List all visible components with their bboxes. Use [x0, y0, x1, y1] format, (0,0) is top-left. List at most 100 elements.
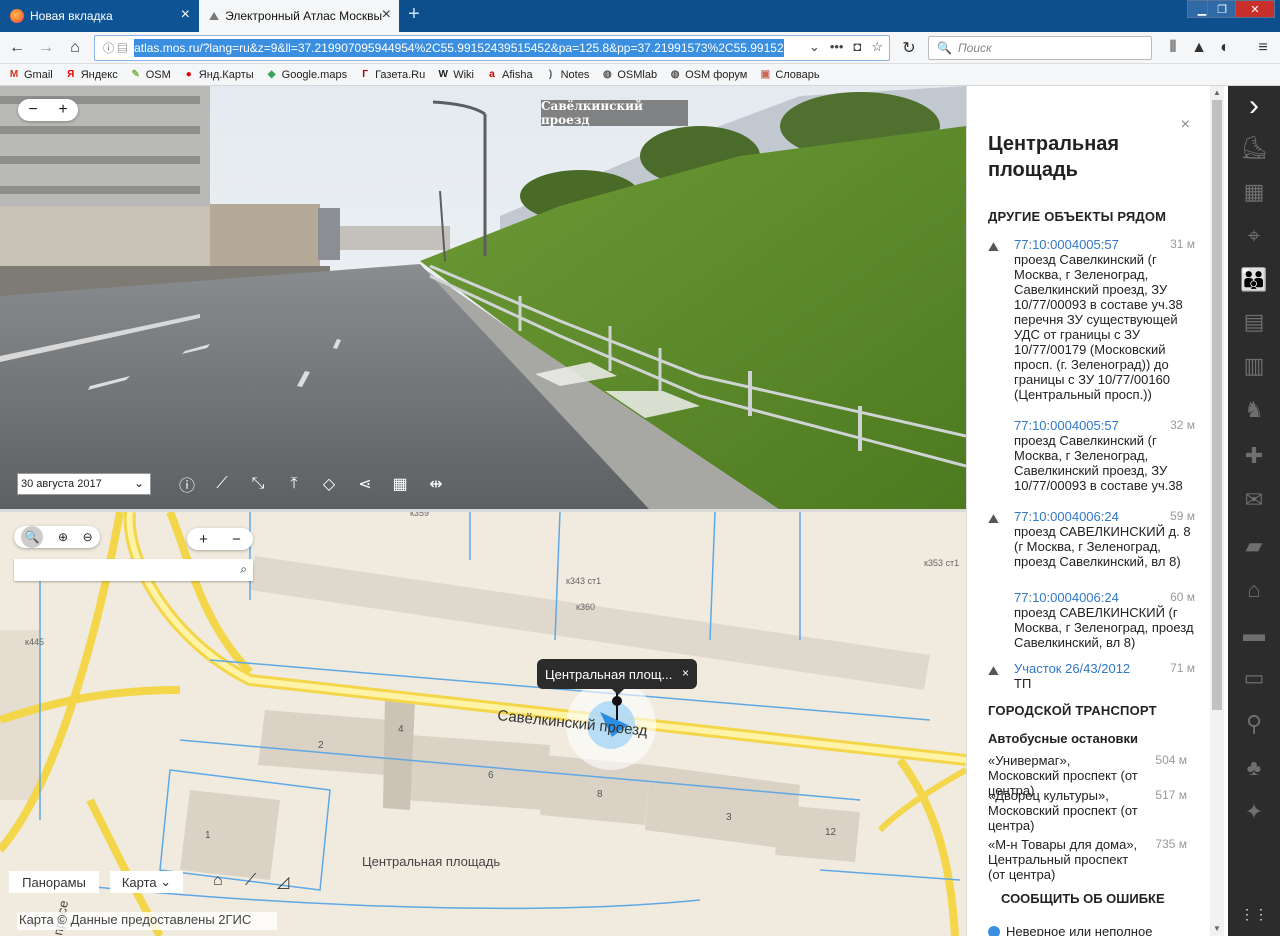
- bus-stop-item[interactable]: «М-н Товары для дома», Центральный просп…: [988, 837, 1203, 882]
- url-text[interactable]: atlas.mos.ru/?lang=ru&z=9&ll=37.21990709…: [134, 39, 785, 57]
- bicycle-icon[interactable]: ⚲: [1228, 706, 1280, 742]
- map-zoom-in-button[interactable]: +: [199, 531, 208, 548]
- bookmark-8[interactable]: ) Notes: [545, 68, 589, 81]
- split-icon[interactable]: ⇹: [424, 472, 448, 496]
- forward-icon[interactable]: →: [33, 36, 59, 60]
- search-input[interactable]: 🔍 Поиск: [928, 36, 1152, 60]
- panoramas-button[interactable]: Панорамы: [9, 871, 99, 893]
- bookmark-7[interactable]: a Afisha: [486, 69, 532, 81]
- menu-icon[interactable]: ≡: [1250, 36, 1276, 60]
- passport-icon[interactable]: ▤: [1228, 304, 1280, 340]
- close-icon[interactable]: ×: [382, 7, 391, 23]
- zoom-in-button[interactable]: +: [58, 101, 67, 119]
- bookmark-0[interactable]: M Gmail: [8, 69, 53, 81]
- ruler-icon[interactable]: ⟋: [210, 472, 234, 496]
- map-pin-icon[interactable]: ⌖: [1228, 218, 1280, 254]
- shopping-bag-icon[interactable]: ▰: [1228, 528, 1280, 564]
- rss-icon: ): [548, 68, 553, 80]
- nearby-heading: ДРУГИЕ ОБЪЕКТЫ РЯДОМ: [988, 209, 1167, 224]
- bookmark-10[interactable]: ◍ OSM форум: [669, 68, 748, 81]
- chevron-down-icon[interactable]: ⌄: [809, 39, 820, 55]
- scroll-up-icon[interactable]: ▲: [1210, 86, 1224, 100]
- home-icon[interactable]: ⌂: [62, 36, 88, 60]
- search-icon[interactable]: ⌕: [240, 562, 247, 577]
- envelope-icon[interactable]: ✉: [1228, 482, 1280, 518]
- house-icon[interactable]: ⌂: [213, 872, 223, 890]
- dog-icon[interactable]: ♞: [1228, 392, 1280, 428]
- pocket-icon[interactable]: ◘: [853, 39, 861, 55]
- more-icon[interactable]: •••: [830, 39, 844, 55]
- height-icon[interactable]: ⤒: [282, 472, 306, 496]
- medical-cross-icon[interactable]: ✚: [1228, 438, 1280, 474]
- radio-dot[interactable]: [988, 925, 1000, 936]
- chevron-right-icon[interactable]: ›: [1228, 88, 1280, 124]
- museum-icon[interactable]: ⌂: [1228, 572, 1280, 608]
- scroll-down-icon[interactable]: ▼: [1210, 922, 1224, 936]
- bookmark-4[interactable]: ◆ Google.maps: [266, 69, 347, 81]
- family-icon[interactable]: 👪: [1228, 262, 1280, 298]
- back-icon[interactable]: ←: [4, 36, 30, 60]
- measure-icon[interactable]: ⤡: [246, 472, 270, 496]
- zoom-tool-icon[interactable]: 🔍: [21, 526, 44, 548]
- tree-icon[interactable]: ♣: [1228, 750, 1280, 786]
- skate-icon[interactable]: ⛸: [1228, 130, 1280, 166]
- close-window-button[interactable]: ✕: [1235, 0, 1275, 18]
- tab-new-tab[interactable]: Новая вкладка ×: [0, 0, 198, 32]
- street-panorama[interactable]: − + Савёлкинский проезд 30 августа 2017 …: [0, 86, 966, 510]
- close-icon[interactable]: ×: [1181, 116, 1190, 134]
- area-icon[interactable]: ◇: [317, 472, 341, 496]
- nearby-item-link[interactable]: 77:10:0004006:24: [1014, 509, 1119, 524]
- emblem-icon[interactable]: ✦: [1228, 794, 1280, 830]
- date-select[interactable]: 30 августа 2017 ⌄: [17, 473, 151, 495]
- document-icon[interactable]: ▥: [1228, 348, 1280, 384]
- grid-icon[interactable]: ▦: [388, 472, 412, 496]
- grid-icon[interactable]: ⋮⋮: [1228, 896, 1280, 932]
- reload-icon[interactable]: ↻: [896, 36, 922, 60]
- star-icon[interactable]: ☆: [871, 39, 883, 55]
- zoom-in-tool-icon[interactable]: ⊕: [58, 530, 68, 544]
- car-icon[interactable]: ▬: [1228, 616, 1280, 652]
- zoom-out-tool-icon[interactable]: ⊖: [83, 530, 93, 544]
- bookmark-6[interactable]: W Wiki: [437, 69, 475, 81]
- zoom-out-button[interactable]: −: [28, 101, 37, 119]
- bookmark-label: Яндекс: [80, 68, 118, 81]
- bookmark-11[interactable]: ▣ Словарь: [759, 69, 820, 81]
- info-icon[interactable]: ⓘ ▤: [103, 40, 128, 56]
- map-view[interactable]: Савёлкинский проезд Центральная площадь …: [0, 512, 966, 936]
- panel-scrollbar[interactable]: ▲ ▼: [1210, 86, 1224, 936]
- bookmark-2[interactable]: ✎ OSM: [130, 69, 171, 81]
- nearby-item-link[interactable]: 77:10:0004006:24: [1014, 590, 1119, 605]
- polygon-icon[interactable]: ◿: [277, 872, 289, 892]
- globe-icon: ◍: [670, 68, 680, 80]
- screenshot-icon[interactable]: ◐: [1212, 36, 1238, 60]
- location-popup[interactable]: Центральная площ... ×: [537, 659, 697, 695]
- scroll-thumb[interactable]: [1212, 100, 1222, 710]
- close-icon[interactable]: ×: [682, 666, 689, 680]
- bookmark-5[interactable]: Г Газета.Ru: [359, 69, 425, 81]
- bus-icon[interactable]: ▭: [1228, 660, 1280, 696]
- share-icon[interactable]: ⋖: [353, 472, 377, 496]
- bookmark-3[interactable]: ● Янд.Карты: [183, 69, 254, 81]
- nearby-item-link[interactable]: 77:10:0004005:57: [1014, 237, 1119, 252]
- search-icon: 🔍: [937, 41, 952, 55]
- ruler-icon[interactable]: ⟋: [245, 872, 256, 890]
- nearby-item-link[interactable]: 77:10:0004005:57: [1014, 418, 1119, 433]
- sync-icon[interactable]: ▲: [1186, 36, 1212, 60]
- close-icon[interactable]: ×: [181, 7, 190, 23]
- bus-stop-item[interactable]: «Дворец культуры», Московский проспект (…: [988, 788, 1203, 833]
- error-option-radio[interactable]: Неверное или неполное: [988, 924, 1152, 936]
- report-error-button[interactable]: СООБЩИТЬ ОБ ОШИБКЕ: [1001, 891, 1165, 906]
- maximize-button[interactable]: ❐: [1207, 0, 1237, 18]
- tab-atlas[interactable]: ⛰ Электронный Атлас Москвы ×: [199, 0, 399, 32]
- library-icon[interactable]: ⫴: [1160, 36, 1186, 60]
- map-search-input[interactable]: ⌕: [14, 559, 253, 581]
- bookmark-1[interactable]: Я Яндекс: [65, 69, 118, 81]
- nearby-item-link[interactable]: Участок 26/43/2012: [1014, 661, 1130, 676]
- url-bar[interactable]: ⓘ ▤ atlas.mos.ru/?lang=ru&z=9&ll=37.2199…: [94, 35, 890, 61]
- info-icon[interactable]: ⓘ: [175, 472, 199, 496]
- new-tab-button[interactable]: +: [402, 3, 426, 26]
- map-type-button[interactable]: Карта ⌄: [110, 871, 183, 893]
- building-icon[interactable]: ▦: [1228, 174, 1280, 210]
- map-zoom-out-button[interactable]: −: [232, 531, 241, 548]
- bookmark-9[interactable]: ◍ OSMlab: [601, 69, 657, 81]
